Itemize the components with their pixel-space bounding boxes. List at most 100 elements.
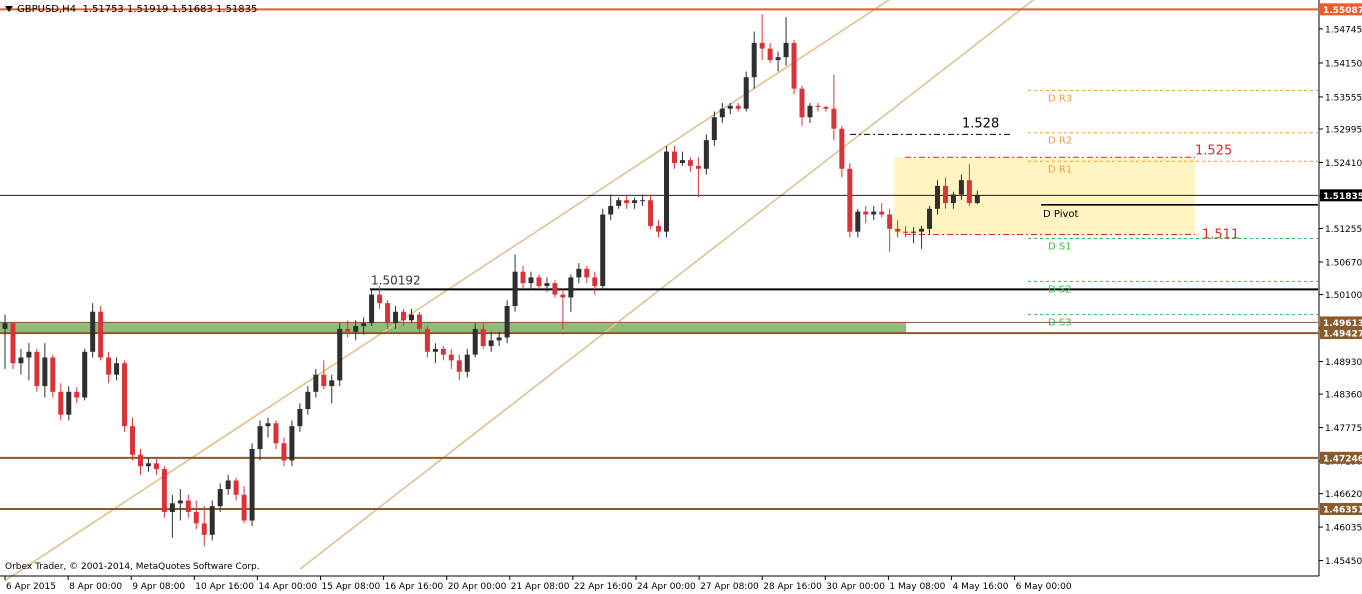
support-tag-2: 1.46351: [1323, 506, 1362, 516]
candle-body: [408, 314, 414, 321]
candle-body: [544, 283, 550, 286]
candle-body: [401, 311, 406, 321]
candle-body: [648, 200, 654, 226]
time-tick-label: 9 Apr 08:00: [132, 582, 185, 592]
candle-body: [377, 294, 383, 304]
candle-body: [887, 214, 893, 229]
price-tick-label: 1.53555: [1325, 93, 1362, 103]
candle-body: [895, 228, 901, 232]
candle-body: [871, 211, 877, 215]
candle-body: [145, 463, 151, 467]
candle-body: [560, 294, 566, 298]
candle-body: [161, 469, 167, 512]
pivot-label-6: D S3: [1048, 318, 1072, 329]
chart-background: [0, 0, 1362, 594]
candle: [50, 354, 56, 398]
support-tag-1: 1.47246: [1323, 454, 1362, 464]
candle-body: [847, 168, 853, 232]
candle-body: [18, 357, 24, 364]
candle-body: [265, 423, 271, 427]
candle-body: [911, 231, 917, 233]
time-tick-label: 16 Apr 16:00: [385, 582, 444, 592]
candle-body: [58, 391, 64, 415]
candle-body: [919, 228, 925, 232]
candle-body: [488, 340, 494, 347]
candle-body: [576, 268, 582, 278]
candle-body: [281, 443, 287, 461]
candle-body: [448, 354, 454, 361]
pivot-label-5: D S2: [1048, 284, 1072, 295]
candle-body: [424, 328, 430, 352]
candle: [847, 163, 853, 238]
candle-body: [950, 194, 956, 204]
candle-body: [664, 151, 670, 232]
candle-body: [512, 271, 518, 307]
candle-body: [927, 208, 933, 229]
candle-body: [727, 105, 733, 109]
symbol-label: GBPUSD,H4: [17, 4, 77, 15]
support-zone: [0, 322, 906, 334]
price-tick-label: 1.48930: [1325, 358, 1362, 368]
candle-body: [934, 185, 940, 209]
candle-body: [831, 108, 837, 129]
candle-body: [289, 426, 295, 461]
candle-body: [193, 511, 199, 524]
candle-body: [942, 185, 948, 204]
candle-body: [217, 489, 223, 507]
candle-body: [361, 323, 367, 327]
label-1-525: 1.525: [1195, 143, 1232, 158]
candle: [209, 500, 215, 541]
candle-body: [536, 277, 542, 286]
price-tick-label: 1.54745: [1325, 25, 1362, 35]
chevron-down-icon[interactable]: [5, 6, 13, 12]
candle-body: [640, 200, 646, 202]
candle-body: [26, 351, 32, 358]
price-chart[interactable]: D R3 D R2 D R1 D Pivot D S1 D S2 D S3 1.50192 1.…: [0, 0, 1362, 594]
candle-body: [472, 328, 478, 355]
candle-body: [520, 271, 526, 284]
candle-body: [369, 294, 375, 324]
candle-body: [815, 105, 821, 107]
price-tick-label: 1.51255: [1325, 225, 1362, 235]
candle: [664, 145, 670, 238]
candle-body: [496, 337, 502, 341]
time-tick-label: 28 Apr 16:00: [763, 582, 822, 592]
candle-body: [337, 328, 343, 381]
candle-body: [879, 211, 885, 215]
candle-body: [743, 77, 749, 109]
ohlc-readout: 1.51753 1.51919 1.51683 1.51835: [82, 4, 258, 15]
pivot-label-2: D R1: [1048, 164, 1072, 175]
candle-body: [249, 449, 255, 521]
price-tick-label: 1.52410: [1325, 159, 1362, 169]
support-tag-0: 1.49427: [1323, 330, 1362, 340]
candle-body: [504, 306, 510, 338]
copyright-text: Orbex Trader, © 2001-2014, MetaQuotes So…: [5, 562, 260, 572]
candle-body: [719, 108, 725, 118]
pivot-label-1: D R2: [1048, 136, 1072, 147]
candle-body: [711, 117, 717, 141]
candle-body: [273, 423, 279, 444]
time-tick-label: 4 May 16:00: [953, 582, 1009, 592]
price-tick-label: 1.54150: [1325, 59, 1362, 69]
candle-body: [82, 351, 88, 398]
candle-body: [114, 363, 120, 375]
price-tick-label: 1.46620: [1325, 490, 1362, 500]
candle: [600, 208, 606, 289]
candle-body: [416, 314, 422, 329]
candle-body: [130, 426, 136, 455]
candle-body: [791, 42, 797, 89]
candle-body: [233, 480, 239, 495]
candle-body: [974, 195, 980, 204]
candle: [416, 311, 422, 332]
candle-body: [74, 391, 80, 398]
candle: [337, 323, 343, 387]
resistance-tag-1: 1.55087: [1323, 6, 1362, 16]
candle-body: [735, 105, 741, 109]
candle-body: [480, 328, 486, 347]
candle-body: [584, 268, 590, 278]
time-tick-label: 22 Apr 16:00: [574, 582, 633, 592]
candle-body: [799, 88, 805, 118]
price-tick-label: 1.50670: [1325, 258, 1362, 268]
price-tick-label: 1.45450: [1325, 557, 1362, 567]
candle-body: [106, 357, 112, 375]
